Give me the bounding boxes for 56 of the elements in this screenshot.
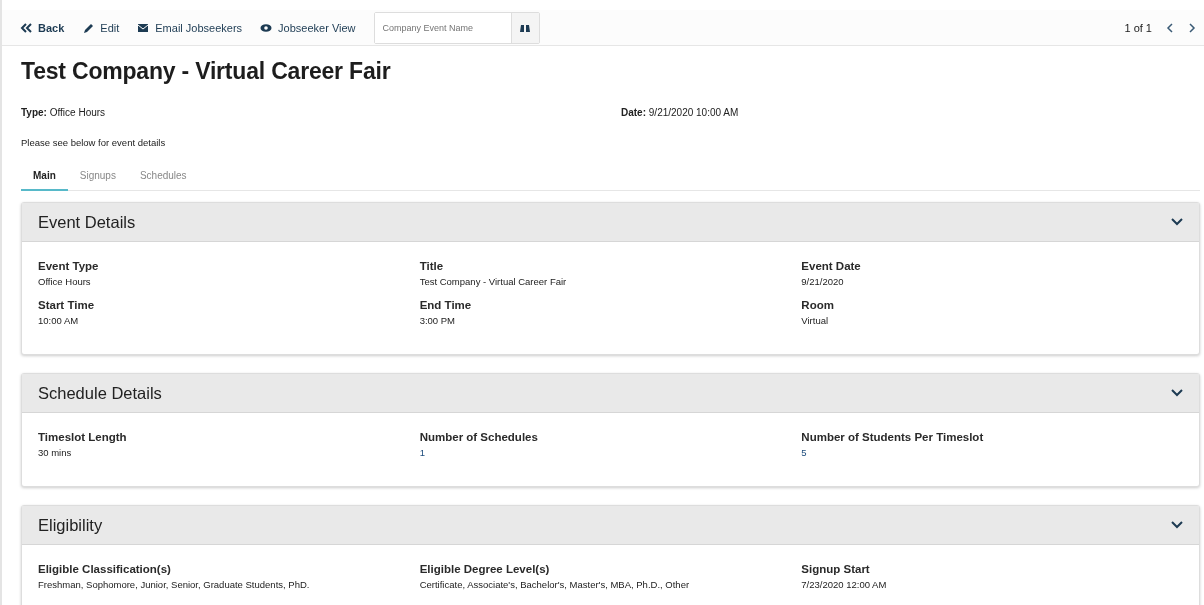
field-label: Eligible Degree Level(s) — [419, 563, 551, 575]
chevron-left-icon — [1166, 22, 1174, 33]
field-label: End Time — [419, 299, 473, 311]
previous-button[interactable] — [1166, 22, 1174, 33]
tab[interactable]: Schedules — [127, 162, 199, 191]
field-value: 30 mins — [38, 447, 73, 458]
field-value: 1 — [419, 447, 426, 458]
collapse-button[interactable] — [1171, 521, 1183, 529]
field-label: Signup Start — [801, 563, 871, 575]
field-value: 5 — [801, 447, 808, 458]
page-count: 1 of 1 — [1124, 21, 1152, 34]
summary-text: Type: Office Hours — [21, 107, 107, 118]
pencil-icon — [82, 21, 95, 34]
field-label: Start Time — [38, 299, 96, 311]
email-button[interactable]: Email Jobseekers — [137, 21, 243, 34]
field-label: Title — [419, 260, 445, 272]
description-text: Please see below for event details — [21, 137, 167, 148]
collapse-button[interactable] — [1171, 218, 1183, 226]
field-label: Event Type — [38, 260, 100, 272]
section-title: Eligibility — [38, 515, 103, 535]
envelope-icon — [137, 21, 150, 34]
back-button[interactable]: Back — [20, 21, 65, 34]
field-label: Eligible Classification(s) — [38, 563, 172, 575]
field-value: Test Company - Virtual Career Fair — [419, 276, 568, 287]
field-label: Event Date — [801, 260, 862, 272]
field-value: 10:00 AM — [38, 315, 80, 326]
section-title: Schedule Details — [38, 383, 162, 403]
collapse-button[interactable] — [1171, 389, 1183, 397]
field-label: Number of Schedules — [419, 431, 539, 443]
edit-button[interactable]: Edit — [82, 21, 120, 34]
field-value: Certificate, Associate's, Bachelor's, Master's, MBA, Ph.D., Other — [419, 579, 691, 590]
summary-text: Date: 9/21/2020 10:00 AM — [621, 107, 740, 118]
field-label: Room — [801, 299, 835, 311]
binoculars-icon — [519, 22, 532, 33]
tab[interactable]: Signups — [67, 162, 128, 191]
field-value: 9/21/2020 — [801, 276, 845, 287]
field-label: Timeslot Length — [38, 431, 128, 443]
section-title: Event Details — [38, 212, 136, 232]
field-value: 3:00 PM — [419, 315, 457, 326]
field-value: Freshman, Sophomore, Junior, Senior, Graduate Students, PhD. — [38, 579, 311, 590]
chevron-down-icon — [1171, 218, 1183, 226]
page-title: Test Company - Virtual Career Fair — [21, 58, 392, 85]
eye-icon — [260, 21, 273, 34]
next-button[interactable] — [1188, 22, 1196, 33]
chevron-down-icon — [1171, 521, 1183, 529]
field-label: Number of Students Per Timeslot — [801, 431, 985, 443]
chevron-down-icon — [1171, 389, 1183, 397]
field-value: Office Hours — [38, 276, 92, 287]
double-chevron-icon — [20, 21, 32, 34]
view-button[interactable]: Jobseeker View — [260, 21, 356, 34]
field-value: Virtual — [801, 315, 830, 326]
field-value: 7/23/2020 12:00 AM — [801, 579, 888, 590]
tab[interactable]: Main — [21, 162, 68, 191]
chevron-right-icon — [1188, 22, 1196, 33]
search-button[interactable] — [510, 12, 539, 43]
search-field[interactable]: Company Event Name — [373, 11, 540, 44]
